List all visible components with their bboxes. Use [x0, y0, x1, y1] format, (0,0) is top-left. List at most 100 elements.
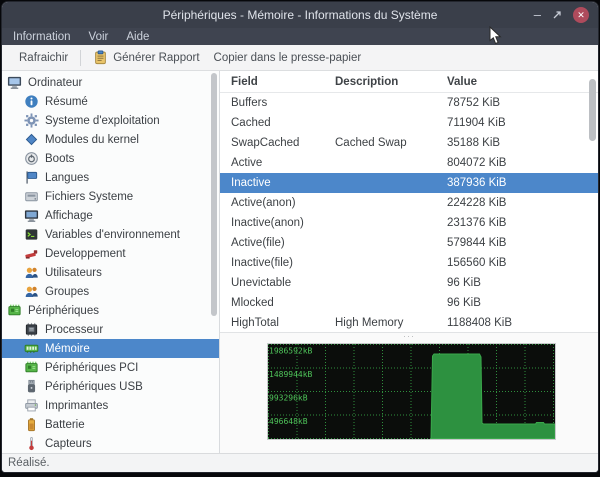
sidebar-item-resume[interactable]: Résumé [2, 92, 219, 111]
users-icon [24, 284, 39, 299]
cell-field: Mlocked [220, 297, 335, 309]
table-row[interactable]: Buffers78752 KiB [220, 93, 598, 113]
sidebar-item-label: Systeme d'exploitation [45, 115, 160, 127]
table-row[interactable]: Inactive387936 KiB [220, 173, 598, 193]
menu-item-voir[interactable]: Voir [80, 28, 118, 45]
computer-icon [7, 75, 22, 90]
sidebar-item-label: Capteurs [45, 438, 92, 450]
sidebar-item-label: Groupes [45, 286, 89, 298]
table-row[interactable]: SwapCachedCached Swap35188 KiB [220, 133, 598, 153]
sidebar-item-affichage[interactable]: Affichage [2, 206, 219, 225]
table-scrollbar[interactable] [589, 79, 596, 141]
sidebar-item-developpement[interactable]: Developpement [2, 244, 219, 263]
sidebar-item-peripheriques-pci[interactable]: Périphériques PCI [2, 358, 219, 377]
maximize-button[interactable] [552, 10, 562, 20]
column-header-value[interactable]: Value [447, 76, 598, 88]
memory-usage-graph: 1986592kB1489944kB993296kB496648kB [267, 343, 556, 440]
table-row[interactable]: Active(anon) 224228 KiB [220, 193, 598, 213]
sidebar-item-label: Résumé [45, 96, 88, 108]
menu-item-aide[interactable]: Aide [117, 28, 158, 45]
sidebar-item-modules-kernel[interactable]: Modules du kernel [2, 130, 219, 149]
sidebar-item-label: Variables d'environnement [45, 229, 180, 241]
status-text: Réalisé. [8, 457, 50, 469]
cell-value: 78752 KiB [447, 97, 598, 109]
cell-value: 224228 KiB [447, 197, 598, 209]
toolbar: Rafraichir Générer Rapport Copier dans le … [2, 45, 598, 71]
cell-field: Active [220, 157, 335, 169]
table-row[interactable]: Mlocked96 KiB [220, 293, 598, 313]
kernel-icon [24, 132, 39, 147]
sidebar-item-capteurs[interactable]: Capteurs [2, 434, 219, 453]
cell-value: 579844 KiB [447, 237, 598, 249]
svg-text:993296kB: 993296kB [269, 394, 308, 403]
sidebar-item-peripheriques-usb[interactable]: Périphériques USB [2, 377, 219, 396]
column-header-field[interactable]: Field [220, 76, 335, 88]
sidebar-item-utilisateurs[interactable]: Utilisateurs [2, 263, 219, 282]
cell-description: Cached Swap [335, 137, 447, 149]
sidebar-scrollbar[interactable] [211, 73, 217, 316]
info-icon [24, 94, 39, 109]
cell-value: 804072 KiB [447, 157, 598, 169]
table-row[interactable]: Cached711904 KiB [220, 113, 598, 133]
sidebar-item-langues[interactable]: Langues [2, 168, 219, 187]
sidebar-item-imprimantes[interactable]: Imprimantes [2, 396, 219, 415]
power-icon [24, 151, 39, 166]
sidebar-item-label: Modules du kernel [45, 134, 139, 146]
sidebar-item-label: Processeur [45, 324, 103, 336]
content-pane: Field Description Value Buffers78752 KiB… [220, 71, 598, 453]
sidebar-item-boots[interactable]: Boots [2, 149, 219, 168]
menu-item-information[interactable]: Information [4, 28, 80, 45]
sidebar-item-variables-environnement[interactable]: Variables d'environnement [2, 225, 219, 244]
sidebar-item-label: Périphériques USB [45, 381, 143, 393]
graph-pane: 1986592kB1489944kB993296kB496648kB [220, 339, 598, 453]
sidebar-item-fichiers-systeme[interactable]: Fichiers Systeme [2, 187, 219, 206]
ram-icon [24, 341, 39, 356]
chip-icon [7, 303, 22, 318]
table-row[interactable]: Unevictable96 KiB [220, 273, 598, 293]
table-row[interactable]: HighTotalHigh Memory1188408 KiB [220, 313, 598, 333]
close-button[interactable]: ✕ [573, 7, 589, 23]
drive-icon [24, 189, 39, 204]
table-row[interactable]: Inactive(file) 156560 KiB [220, 253, 598, 273]
cell-field: HighTotal [220, 317, 335, 329]
sidebar-item-batterie[interactable]: Batterie [2, 415, 219, 434]
sidebar-item-ordinateur[interactable]: Ordinateur [2, 73, 219, 92]
cell-value: 156560 KiB [447, 257, 598, 269]
cell-field: Active(anon) [220, 197, 335, 209]
copy-clipboard-button[interactable]: Copier dans le presse-papier [207, 49, 369, 67]
sidebar-item-systeme-exploitation[interactable]: Systeme d'exploitation [2, 111, 219, 130]
sidebar-item-label: Affichage [45, 210, 93, 222]
table-body: Buffers78752 KiBCached711904 KiBSwapCach… [220, 93, 598, 333]
window-title: Périphériques - Mémoire - Informations d… [2, 8, 598, 22]
terminal-icon [24, 227, 39, 242]
toolbar-separator [80, 50, 81, 66]
sidebar-item-label: Périphériques [28, 305, 99, 317]
sidebar-item-memoire[interactable]: Mémoire [2, 339, 219, 358]
cell-value: 1188408 KiB [447, 317, 598, 329]
sidebar-item-label: Mémoire [45, 343, 90, 355]
toolbar-button-label: Générer Rapport [113, 52, 199, 64]
refresh-button[interactable]: Rafraichir [12, 49, 75, 67]
flag-icon [24, 170, 39, 185]
column-header-description[interactable]: Description [335, 76, 447, 88]
printer-icon [24, 398, 39, 413]
table-row[interactable]: Active(file)579844 KiB [220, 233, 598, 253]
cell-value: 387936 KiB [447, 177, 598, 189]
sidebar-item-peripheriques[interactable]: Périphériques [2, 301, 219, 320]
gear-icon [24, 113, 39, 128]
memory-table: Field Description Value Buffers78752 KiB… [220, 71, 598, 333]
sidebar-item-label: Utilisateurs [45, 267, 102, 279]
sidebar-item-groupes[interactable]: Groupes [2, 282, 219, 301]
sidebar-item-processeur[interactable]: Processeur [2, 320, 219, 339]
cell-field: Inactive(file) [220, 257, 335, 269]
cell-value: 96 KiB [447, 277, 598, 289]
cell-value: 711904 KiB [447, 117, 598, 129]
generate-report-button[interactable]: Générer Rapport [86, 47, 206, 68]
cell-value: 231376 KiB [447, 217, 598, 229]
table-row[interactable]: Active 804072 KiB [220, 153, 598, 173]
table-row[interactable]: Inactive(anon)231376 KiB [220, 213, 598, 233]
cpu-icon [24, 322, 39, 337]
app-window: Périphériques - Mémoire - Informations d… [1, 1, 599, 473]
titlebar[interactable]: Périphériques - Mémoire - Informations d… [2, 2, 598, 28]
minimize-button[interactable]: – [534, 10, 541, 20]
